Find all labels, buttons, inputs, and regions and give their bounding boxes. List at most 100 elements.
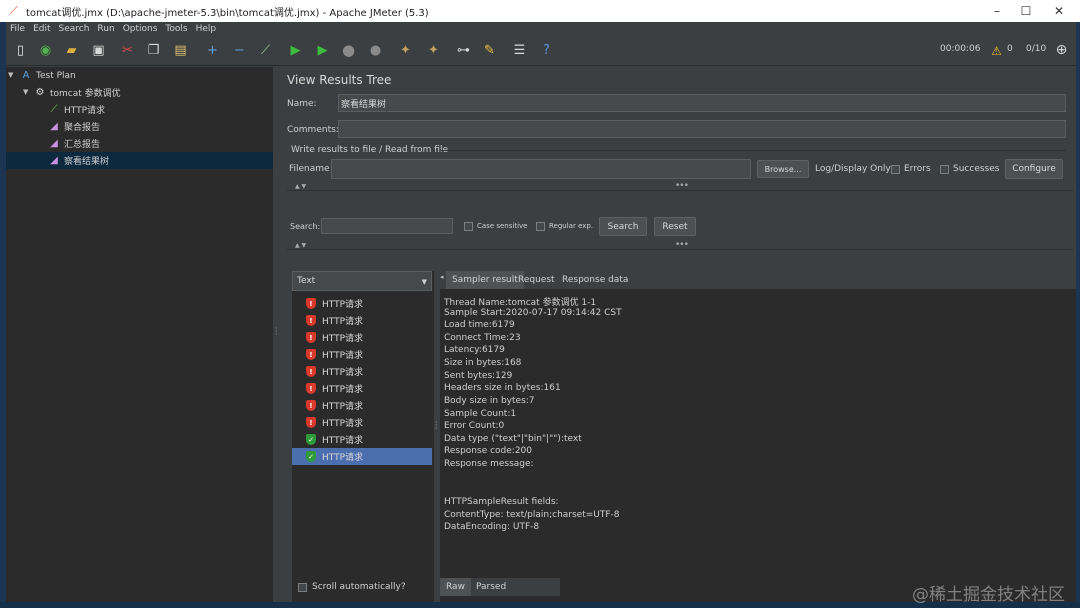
search-input[interactable] xyxy=(321,218,453,234)
cut-icon[interactable]: ✂ xyxy=(119,42,136,59)
save-icon[interactable]: ▣ xyxy=(90,42,107,59)
window-title: tomcat调优.jmx (D:\apache-jmeter-5.3\bin\t… xyxy=(26,7,429,19)
configure-button[interactable]: Configure xyxy=(1005,159,1063,179)
success-shield-icon: ✓ xyxy=(306,434,316,445)
remote-globe-icon[interactable]: ⊕ xyxy=(1053,42,1070,59)
clear-icon[interactable]: ✦ xyxy=(397,42,414,59)
start-icon[interactable]: ▶ xyxy=(287,42,304,59)
menu-search[interactable]: Search xyxy=(59,24,90,34)
new-icon[interactable]: ▯ xyxy=(12,42,29,59)
splitter-grip: · · · xyxy=(275,324,278,339)
errors-label: Errors xyxy=(904,164,931,174)
maximize-icon[interactable]: ☐ xyxy=(1009,0,1043,22)
collapse-arrow-icon[interactable]: ▼ xyxy=(23,88,28,96)
detail-line: Thread Name:tomcat 参数调优 1-1 xyxy=(444,298,597,308)
tree-node-test-plan[interactable]: A Test Plan xyxy=(20,67,76,84)
warning-icon[interactable]: ⚠ xyxy=(988,43,1005,60)
menu-run[interactable]: Run xyxy=(97,24,114,34)
tree-node-view-results-tree[interactable]: ◢ 察看结果树 xyxy=(6,152,273,169)
result-item[interactable]: ! HTTP请求 xyxy=(292,312,432,329)
result-item[interactable]: ! HTTP请求 xyxy=(292,363,432,380)
errors-checkbox[interactable] xyxy=(891,165,900,174)
search-binoculars-icon[interactable]: ⊶ xyxy=(455,42,472,59)
tree-node-summary-report[interactable]: ◢ 汇总报告 xyxy=(48,135,100,152)
detail-line: Load time:6179 xyxy=(444,320,515,330)
splitter-grip: · · · xyxy=(435,418,438,433)
result-item[interactable]: ! HTTP请求 xyxy=(292,329,432,346)
window-titlebar: ⟋ tomcat调优.jmx (D:\apache-jmeter-5.3\bin… xyxy=(0,0,1080,22)
fail-shield-icon: ! xyxy=(306,298,316,309)
tree-node-http-request[interactable]: ⟋ HTTP请求 xyxy=(48,101,106,118)
successes-checkbox[interactable] xyxy=(940,165,949,174)
tab-parsed[interactable]: Parsed xyxy=(470,578,512,596)
paste-icon[interactable]: ▤ xyxy=(172,42,189,59)
result-item[interactable]: ! HTTP请求 xyxy=(292,380,432,397)
scroll-automatically-label: Scroll automatically? xyxy=(312,582,406,592)
result-item[interactable]: ! HTTP请求 xyxy=(292,295,432,312)
detail-line: Response message: xyxy=(444,459,534,469)
regular-exp-label: Regular exp. xyxy=(549,222,594,230)
reset-search-icon[interactable]: ✎ xyxy=(481,42,498,59)
filename-label: Filename xyxy=(289,164,330,174)
regular-exp-checkbox[interactable] xyxy=(536,222,545,231)
result-item[interactable]: ! HTTP请求 xyxy=(292,397,432,414)
collapse-icon[interactable]: − xyxy=(231,42,248,59)
fail-shield-icon: ! xyxy=(306,383,316,394)
warning-count: 0 xyxy=(1007,44,1013,54)
tree-node-thread-group[interactable]: ⚙ tomcat 参数调优 xyxy=(34,84,121,101)
detail-line: Connect Time:23 xyxy=(444,333,521,343)
tab-request[interactable]: Request xyxy=(512,271,561,289)
collapse-arrow-icon[interactable]: ▼ xyxy=(8,71,13,79)
scroll-automatically-checkbox[interactable] xyxy=(298,583,307,592)
result-item-selected[interactable]: ✓ HTTP请求 xyxy=(292,448,432,465)
fail-shield-icon: ! xyxy=(306,417,316,428)
watermark: @稀土掘金技术社区 xyxy=(912,585,1065,605)
tab-raw[interactable]: Raw xyxy=(440,578,471,596)
function-helper-icon[interactable]: ☰ xyxy=(511,42,528,59)
tab-response-data[interactable]: Response data xyxy=(556,271,634,289)
main-splitter[interactable]: · · · xyxy=(273,67,280,602)
toggle-icon[interactable]: ⟋ xyxy=(257,42,274,59)
result-item[interactable]: ! HTTP请求 xyxy=(292,414,432,431)
stop-icon[interactable]: ● xyxy=(340,42,357,59)
open-icon[interactable]: ▰ xyxy=(63,42,80,59)
case-sensitive-checkbox[interactable] xyxy=(464,222,473,231)
result-item[interactable]: ! HTTP请求 xyxy=(292,346,432,363)
detail-line: Headers size in bytes:161 xyxy=(444,383,561,393)
split-arrows-icon[interactable]: ▲ ▼ xyxy=(295,242,306,249)
success-shield-icon: ✓ xyxy=(306,451,316,462)
detail-line: Size in bytes:168 xyxy=(444,358,522,368)
search-button[interactable]: Search xyxy=(599,217,647,236)
menu-edit[interactable]: Edit xyxy=(33,24,50,34)
detail-line: Sample Count:1 xyxy=(444,409,517,419)
divider xyxy=(287,249,1073,250)
chevron-down-icon: ▼ xyxy=(421,278,427,286)
name-field[interactable]: 察看结果树 xyxy=(338,94,1066,112)
reset-button[interactable]: Reset xyxy=(654,217,696,236)
shutdown-icon[interactable]: ● xyxy=(367,42,384,59)
close-icon[interactable]: ✕ xyxy=(1042,0,1076,22)
thread-group-gear-icon: ⚙ xyxy=(35,87,45,98)
copy-icon[interactable]: ❐ xyxy=(145,42,162,59)
detail-line: Latency:6179 xyxy=(444,345,505,355)
fail-shield-icon: ! xyxy=(306,349,316,360)
expand-icon[interactable]: + xyxy=(204,42,221,59)
menu-help[interactable]: Help xyxy=(196,24,217,34)
menu-file[interactable]: File xyxy=(10,24,25,34)
fail-shield-icon: ! xyxy=(306,315,316,326)
menu-options[interactable]: Options xyxy=(123,24,158,34)
active-threads: 0/10 xyxy=(1026,44,1047,54)
browse-button[interactable]: Browse... xyxy=(757,160,809,178)
filename-field[interactable] xyxy=(331,159,751,179)
listener-chart-icon: ◢ xyxy=(50,155,58,166)
help-icon[interactable]: ? xyxy=(538,42,555,59)
clear-all-icon[interactable]: ✦ xyxy=(425,42,442,59)
templates-icon[interactable]: ◉ xyxy=(37,42,54,59)
start-no-pauses-icon[interactable]: ▶ xyxy=(314,42,331,59)
menu-tools[interactable]: Tools xyxy=(165,24,187,34)
renderer-select[interactable]: Text ▼ xyxy=(292,271,432,291)
comments-field[interactable] xyxy=(338,120,1066,138)
tree-node-aggregate-report[interactable]: ◢ 聚合报告 xyxy=(48,118,100,135)
split-arrows-icon[interactable]: ▲ ▼ xyxy=(295,183,306,190)
result-item[interactable]: ✓ HTTP请求 xyxy=(292,431,432,448)
